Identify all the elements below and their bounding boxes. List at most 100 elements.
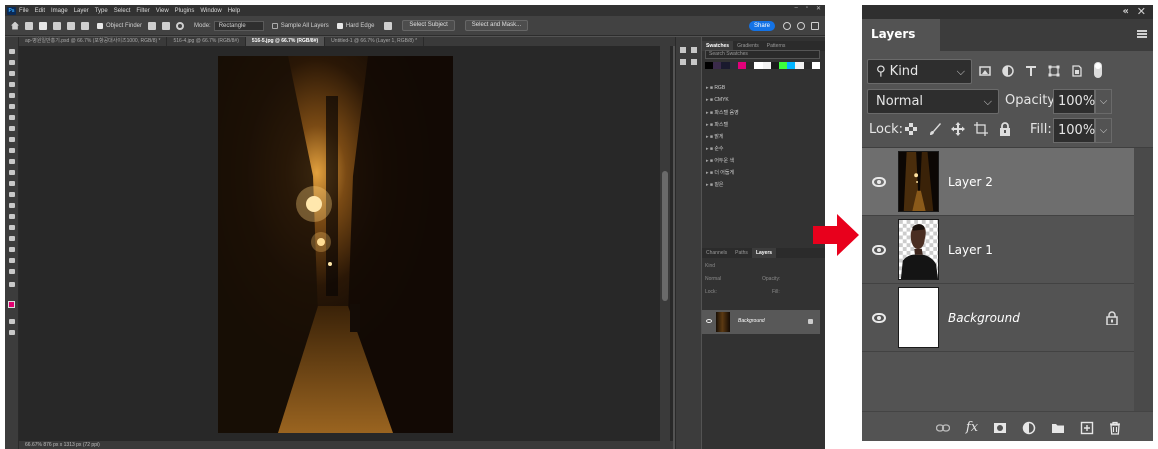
zoom-tool-icon[interactable] [9, 269, 15, 274]
select-subject-icon[interactable] [384, 21, 393, 30]
panel-menu-icon[interactable] [1137, 30, 1147, 38]
new-selection-icon[interactable] [39, 21, 47, 30]
swatch-group[interactable]: 파스텔 [706, 121, 728, 128]
menu-layer[interactable]: Layer [74, 8, 89, 14]
gradient-tool-icon[interactable] [9, 181, 15, 186]
filter-kind-select[interactable]: ⚲ Kind ⌵ [867, 59, 972, 84]
marquee-tool-icon[interactable] [9, 60, 15, 65]
healing-tool-icon[interactable] [9, 126, 15, 131]
fx-icon[interactable]: fx [965, 421, 979, 435]
crop-tool-icon[interactable] [9, 93, 15, 98]
menu-view[interactable]: View [156, 8, 169, 14]
pixel-layer-filter-icon[interactable] [979, 65, 991, 77]
tab-paths[interactable]: Paths [731, 248, 752, 258]
swatch-group[interactable]: 파스텔 음영 [706, 109, 738, 116]
paragraph-panel-icon[interactable] [680, 59, 686, 65]
visibility-eye-icon[interactable] [872, 177, 886, 187]
object-finder-checkbox[interactable] [97, 22, 103, 29]
sample-all-layers-checkbox[interactable] [271, 22, 278, 29]
menu-file[interactable]: File [19, 8, 29, 14]
select-subject-button[interactable]: Select Subject [402, 20, 455, 31]
search-icon[interactable] [783, 22, 791, 30]
collapse-panel-icon[interactable]: « [1123, 6, 1129, 17]
gear-icon[interactable] [176, 21, 185, 30]
color-swatch[interactable] [778, 62, 788, 69]
visibility-eye-icon[interactable] [872, 245, 886, 255]
tab-layers[interactable]: Layers [751, 248, 777, 258]
canvas-area[interactable] [19, 46, 673, 442]
link-icon[interactable] [936, 421, 950, 435]
color-swatch[interactable] [746, 62, 755, 69]
more-tools-icon[interactable] [9, 282, 15, 287]
layer-row-layer-2[interactable]: Layer 2 [862, 148, 1134, 216]
help-icon[interactable] [797, 22, 805, 30]
menu-edit[interactable]: Edit [35, 8, 45, 14]
tab-channels[interactable]: Channels [702, 248, 731, 258]
menu-type[interactable]: Type [95, 8, 108, 14]
eyedropper-tool-icon[interactable] [9, 115, 15, 120]
color-swatch[interactable] [754, 62, 763, 69]
swatch-group[interactable]: 짙은 [706, 181, 723, 188]
color-swatch[interactable] [795, 62, 804, 69]
type-layer-filter-icon[interactable] [1025, 65, 1037, 77]
minimize-icon[interactable]: – [794, 5, 797, 12]
canvas-vertical-scrollbar[interactable] [660, 46, 670, 442]
stamp-tool-icon[interactable] [9, 148, 15, 153]
layers-scrollbar[interactable] [1134, 148, 1153, 413]
layer-name[interactable]: Background [948, 311, 1020, 325]
swatch-group[interactable]: CMYK [706, 97, 728, 103]
smart-object-filter-icon[interactable] [1071, 65, 1083, 77]
doc-tab[interactable]: ap-병원일반홍기.psd @ 66.7% (포항공대사이즈1000, RGB/… [19, 37, 168, 46]
mini-kind-filter[interactable]: Kind [705, 263, 715, 269]
filter-toggle-icon[interactable] [1093, 61, 1103, 79]
home-icon[interactable] [11, 21, 19, 30]
visibility-eye-icon[interactable] [706, 319, 712, 323]
mode-select[interactable]: Rectangle [213, 20, 264, 31]
move-tool-icon[interactable] [9, 49, 15, 54]
restore-icon[interactable]: ▫ [806, 5, 808, 12]
swatch-search-input[interactable]: Search Swatches [705, 50, 820, 59]
shape-layer-filter-icon[interactable] [1048, 65, 1060, 77]
object-selection-tool-icon[interactable] [25, 21, 33, 30]
color-swatch[interactable] [770, 62, 779, 69]
adjustment-layer-icon[interactable] [1022, 421, 1036, 435]
screen-mode-icon[interactable] [9, 330, 15, 335]
workspace-icon[interactable] [811, 22, 819, 30]
history-brush-tool-icon[interactable] [9, 159, 15, 164]
tab-layers[interactable]: Layers [862, 19, 940, 51]
blur-tool-icon[interactable] [9, 192, 15, 197]
object-selection-tool-icon[interactable] [9, 82, 15, 87]
color-swatch[interactable] [729, 62, 738, 69]
color-swatch[interactable] [737, 62, 747, 69]
foreground-color-swatch[interactable] [8, 301, 15, 308]
color-swatch[interactable] [762, 62, 771, 69]
hand-tool-icon[interactable] [9, 258, 15, 263]
swatch-group[interactable]: 순수 [706, 145, 723, 152]
lasso-tool-icon[interactable] [9, 71, 15, 76]
lock-image-pixels-brush-icon[interactable] [928, 122, 942, 136]
add-mask-icon[interactable] [993, 421, 1007, 435]
mini-layer-row[interactable]: Background [702, 310, 820, 334]
color-swatch[interactable] [803, 62, 812, 69]
frame-tool-icon[interactable] [9, 104, 15, 109]
fill-dropdown-icon[interactable]: ⌵ [1095, 118, 1112, 143]
share-button[interactable]: Share [749, 21, 775, 31]
character-panel-icon[interactable] [680, 47, 686, 53]
intersect-selection-icon[interactable] [81, 21, 89, 30]
doc-tab[interactable]: Untitled-1 @ 66.7% (Layer 1, RGB/8) * [325, 37, 425, 46]
lock-all-icon[interactable] [998, 122, 1012, 136]
doc-tab[interactable]: 516-4.jpg @ 66.7% (RGB/8#) [167, 37, 246, 46]
menu-plugins[interactable]: Plugins [175, 8, 195, 14]
color-swatch[interactable] [811, 62, 821, 69]
color-swatch[interactable] [713, 62, 722, 69]
doc-tab-active[interactable]: 516-5.jpg @ 66.7% (RGB/8#) [245, 37, 326, 46]
layer-row-layer-1[interactable]: Layer 1 [862, 216, 1134, 284]
trash-icon[interactable] [1108, 421, 1122, 435]
opacity-input[interactable]: 100% [1053, 89, 1095, 114]
shape-tool-icon[interactable] [9, 247, 15, 252]
folder-icon[interactable] [1051, 421, 1065, 435]
menu-window[interactable]: Window [200, 8, 221, 14]
subtract-selection-icon[interactable] [67, 21, 75, 30]
menu-image[interactable]: Image [51, 8, 68, 14]
menu-filter[interactable]: Filter [136, 8, 149, 14]
